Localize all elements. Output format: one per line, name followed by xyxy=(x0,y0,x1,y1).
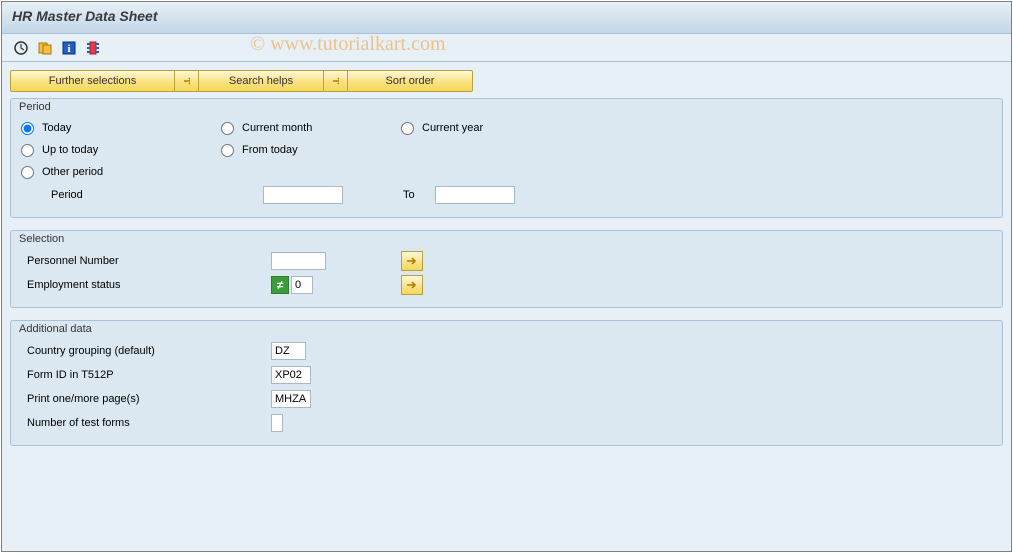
current-year-radio[interactable] xyxy=(401,122,414,135)
additional-data-title: Additional data xyxy=(19,323,92,335)
test-forms-label: Number of test forms xyxy=(27,417,130,429)
form-id-label: Form ID in T512P xyxy=(27,369,114,381)
sort-order-arrow-icon[interactable] xyxy=(324,70,348,92)
country-grouping-label: Country grouping (default) xyxy=(27,345,155,357)
form-id-input[interactable] xyxy=(271,366,311,384)
search-helps-button[interactable]: Search helps xyxy=(199,70,324,92)
employment-status-multi-button[interactable] xyxy=(401,275,423,295)
current-month-radio[interactable] xyxy=(221,122,234,135)
period-to-input[interactable] xyxy=(435,186,515,204)
svg-text:i: i xyxy=(67,43,70,55)
personnel-number-label: Personnel Number xyxy=(27,255,119,267)
further-selections-label: Further selections xyxy=(49,75,136,87)
structure-icon[interactable] xyxy=(84,39,102,57)
toolbar: i xyxy=(2,34,1011,62)
period-field-label: Period xyxy=(51,189,83,201)
personnel-number-multi-button[interactable] xyxy=(401,251,423,271)
page-title: HR Master Data Sheet xyxy=(12,8,158,24)
employment-status-label: Employment status xyxy=(27,279,121,291)
period-groupbox: Period Today Current month Current year … xyxy=(10,98,1003,218)
from-today-radio[interactable] xyxy=(221,144,234,157)
period-from-input[interactable] xyxy=(263,186,343,204)
further-selections-button[interactable]: Further selections xyxy=(10,70,175,92)
print-pages-input[interactable] xyxy=(271,390,311,408)
sort-order-button[interactable]: Sort order xyxy=(348,70,473,92)
period-title: Period xyxy=(19,101,51,113)
employment-status-input[interactable] xyxy=(291,276,313,294)
current-month-label[interactable]: Current month xyxy=(242,122,312,134)
not-equal-icon[interactable]: ≠ xyxy=(271,276,289,294)
other-period-label[interactable]: Other period xyxy=(42,166,103,178)
personnel-number-input[interactable] xyxy=(271,252,326,270)
up-to-today-radio[interactable] xyxy=(21,144,34,157)
other-period-radio[interactable] xyxy=(21,166,34,179)
country-grouping-input[interactable] xyxy=(271,342,306,360)
execute-icon[interactable] xyxy=(12,39,30,57)
selection-title: Selection xyxy=(19,233,64,245)
today-radio[interactable] xyxy=(21,122,34,135)
info-icon[interactable]: i xyxy=(60,39,78,57)
current-year-label[interactable]: Current year xyxy=(422,122,483,134)
sort-order-label: Sort order xyxy=(386,75,435,87)
up-to-today-label[interactable]: Up to today xyxy=(42,144,98,156)
print-pages-label: Print one/more page(s) xyxy=(27,393,140,405)
period-to-label: To xyxy=(403,189,415,201)
today-label[interactable]: Today xyxy=(42,122,71,134)
additional-data-groupbox: Additional data Country grouping (defaul… xyxy=(10,320,1003,446)
variant-icon[interactable] xyxy=(36,39,54,57)
test-forms-input[interactable] xyxy=(271,414,283,432)
search-helps-label: Search helps xyxy=(229,75,293,87)
title-bar: HR Master Data Sheet xyxy=(2,2,1011,34)
from-today-label[interactable]: From today xyxy=(242,144,298,156)
selection-buttons-row: Further selections Search helps Sort ord… xyxy=(10,70,1003,92)
search-helps-arrow-icon[interactable] xyxy=(175,70,199,92)
selection-groupbox: Selection Personnel Number Employment st… xyxy=(10,230,1003,308)
